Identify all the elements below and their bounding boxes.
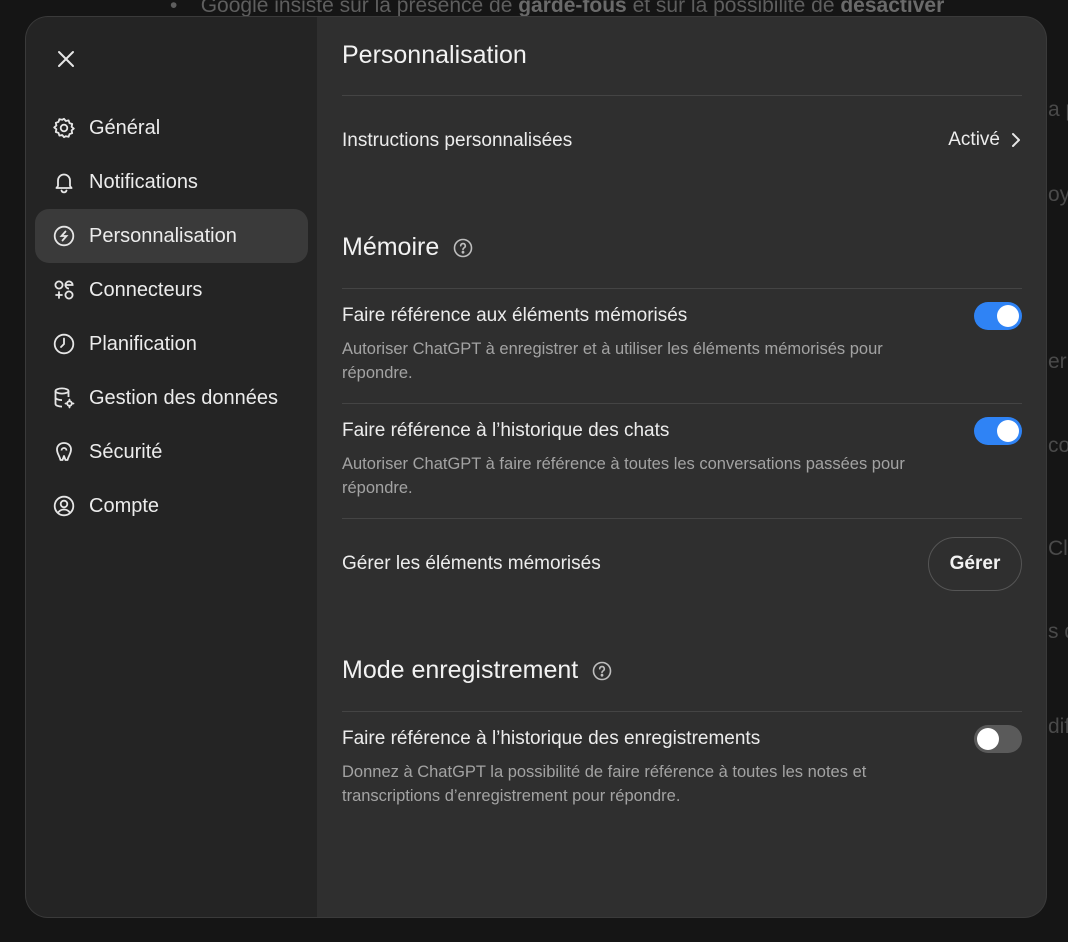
close-button[interactable]: [50, 43, 82, 75]
sidebar-item-notifications[interactable]: Notifications: [35, 155, 308, 209]
sidebar-item-label: Gestion des données: [89, 386, 279, 409]
chat-history-label: Faire référence à l’historique des chats: [342, 420, 670, 441]
chat-history-toggle[interactable]: [974, 417, 1022, 445]
sidebar-item-personalization[interactable]: Personnalisation: [35, 209, 308, 263]
settings-nav: Général Notifications Personnalisation C…: [35, 101, 308, 533]
sidebar-item-scheduling[interactable]: Planification: [35, 317, 308, 371]
bg-bold-2: désactiver: [840, 0, 945, 17]
background-text-line: • Google insiste sur la présence de gard…: [170, 0, 944, 18]
database-icon: [51, 385, 77, 411]
help-icon[interactable]: [453, 238, 473, 258]
account-icon: [51, 493, 77, 519]
memory-title-text: Mémoire: [342, 233, 440, 261]
bell-icon: [51, 169, 77, 195]
divider: [342, 518, 1022, 519]
sidebar-item-connectors[interactable]: Connecteurs: [35, 263, 308, 317]
connectors-icon: [51, 277, 77, 303]
bg-fragment: s d: [1048, 620, 1068, 643]
sidebar-item-label: Général: [89, 116, 161, 139]
sidebar-item-label: Personnalisation: [89, 224, 237, 247]
bg-fragment: co: [1048, 434, 1068, 457]
help-icon[interactable]: [592, 661, 612, 681]
manage-memories-label: Gérer les éléments mémorisés: [342, 553, 601, 574]
security-icon: [51, 439, 77, 465]
toggle-knob: [997, 420, 1019, 442]
settings-modal: Général Notifications Personnalisation C…: [26, 17, 1046, 917]
record-history-toggle[interactable]: [974, 725, 1022, 753]
saved-memories-description: Autoriser ChatGPT à enregistrer et à uti…: [342, 340, 883, 382]
chevron-right-icon: [1010, 131, 1022, 149]
bullet: •: [170, 0, 178, 17]
sidebar-item-label: Notifications: [89, 170, 198, 193]
sidebar-item-label: Sécurité: [89, 440, 163, 463]
record-mode-section-title: Mode enregistrement: [342, 656, 612, 685]
settings-sidebar: Général Notifications Personnalisation C…: [26, 17, 317, 917]
bg-text-2: et sur la possibilité de: [626, 0, 841, 17]
toggle-knob: [997, 305, 1019, 327]
sidebar-item-label: Planification: [89, 332, 197, 355]
personalization-icon: [51, 223, 77, 249]
memory-section-title: Mémoire: [342, 233, 473, 262]
custom-instructions-status: Activé: [948, 129, 1000, 150]
custom-instructions-link[interactable]: Activé: [948, 129, 1022, 151]
chat-history-description: Autoriser ChatGPT à faire référence à to…: [342, 455, 905, 497]
gear-icon: [51, 115, 77, 141]
sidebar-item-label: Compte: [89, 494, 160, 517]
divider: [342, 288, 1022, 289]
sidebar-item-security[interactable]: Sécurité: [35, 425, 308, 479]
bg-fragment: a p: [1048, 98, 1068, 121]
record-mode-title-text: Mode enregistrement: [342, 656, 579, 684]
divider: [342, 403, 1022, 404]
clock-icon: [51, 331, 77, 357]
sidebar-item-account[interactable]: Compte: [35, 479, 308, 533]
close-icon: [58, 51, 74, 67]
bg-bold-1: garde-fous: [518, 0, 627, 17]
saved-memories-label: Faire référence aux éléments mémorisés: [342, 305, 688, 326]
sidebar-item-data-controls[interactable]: Gestion des données: [35, 371, 308, 425]
divider: [342, 711, 1022, 712]
sidebar-item-label: Connecteurs: [89, 278, 203, 301]
page-title: Personnalisation: [342, 41, 527, 69]
saved-memories-toggle[interactable]: [974, 302, 1022, 330]
bg-fragment: dif: [1048, 715, 1068, 738]
settings-content: Personnalisation Instructions personnali…: [342, 17, 1022, 917]
record-history-label: Faire référence à l’historique des enreg…: [342, 728, 761, 749]
sidebar-item-general[interactable]: Général: [35, 101, 308, 155]
bg-fragment: er: [1048, 350, 1067, 373]
manage-memories-button[interactable]: Gérer: [928, 537, 1022, 591]
toggle-knob: [977, 728, 999, 750]
divider: [342, 95, 1022, 96]
bg-fragment: oy: [1048, 183, 1068, 206]
custom-instructions-label: Instructions personnalisées: [342, 130, 573, 151]
record-history-description: Donnez à ChatGPT la possibilité de faire…: [342, 763, 867, 805]
bg-text-1: Google insiste sur la présence de: [200, 0, 519, 17]
bg-fragment: Cl: [1048, 537, 1068, 560]
